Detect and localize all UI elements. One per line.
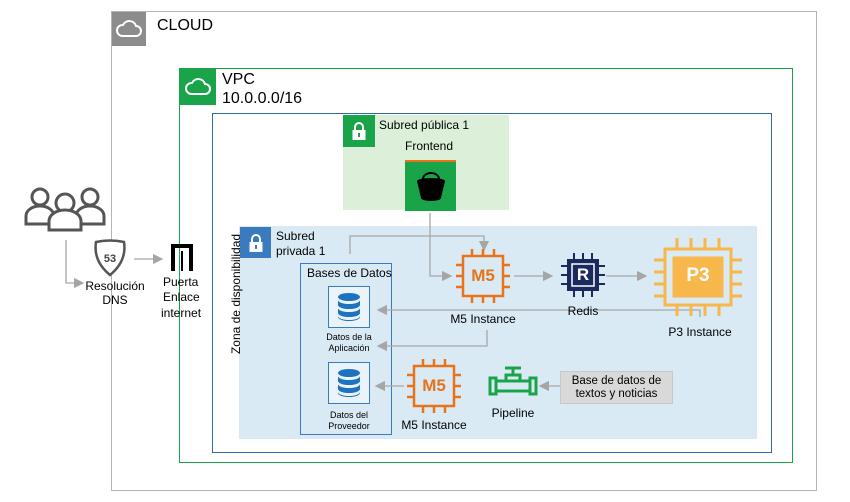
gateway-label-1: Puerta — [163, 275, 199, 289]
private-subnet-label-2: privada 1 — [276, 244, 326, 258]
cloud-icon — [112, 12, 146, 46]
vpc-label: VPC — [222, 71, 255, 88]
private-lock-icon — [240, 227, 271, 258]
gateway-icon — [170, 243, 194, 271]
private-subnet-label-1: Subred — [276, 229, 315, 243]
public-subnet-label: Subred pública 1 — [379, 118, 470, 132]
m5-bottom-chip-text: M5 — [422, 376, 446, 395]
pipeline-label: Pipeline — [491, 406, 535, 420]
app-data-label-1: Datos de la — [326, 332, 372, 342]
text-db-label-2: textos y noticias — [575, 388, 658, 400]
connector-m5-appdata — [376, 330, 488, 352]
m5-bottom-label: M5 Instance — [401, 418, 467, 432]
pipeline-icon — [488, 364, 538, 402]
connector-users-dns — [65, 240, 85, 289]
provider-data-label-2: Proveedor — [328, 421, 370, 431]
dns-label-1: Resolución — [85, 279, 145, 293]
redis-label: Redis — [567, 304, 599, 318]
frontend-label: Frontend — [405, 139, 454, 153]
dns-badge: 53 — [103, 253, 117, 265]
provider-data-label-1: Datos del — [329, 410, 369, 420]
connector-frontend-m5 — [429, 213, 453, 282]
provider-data-database-icon — [328, 362, 370, 404]
vpc-cloud-icon — [180, 69, 216, 105]
app-data-label-2: Aplicación — [328, 343, 370, 353]
gateway-label-3: internet — [161, 306, 202, 320]
p3-label: P3 Instance — [668, 325, 732, 339]
p3-chip-text: P3 — [686, 265, 710, 286]
app-data-database-icon — [328, 286, 370, 328]
databases-title: Bases de Datos — [307, 266, 392, 280]
cloud-label: CLOUD — [157, 17, 214, 34]
text-db-label-1: Base de datos de — [571, 375, 662, 387]
gateway-label-2: Enlace — [163, 290, 200, 304]
m5-top-label: M5 Instance — [450, 312, 516, 326]
lock-icon — [343, 115, 375, 147]
users-icon — [24, 186, 106, 232]
bucket-icon — [405, 160, 456, 211]
m5-top-chip-text: M5 — [471, 266, 495, 285]
dns-label-2: DNS — [102, 293, 128, 307]
redis-chip-text: R — [576, 265, 590, 284]
vpc-cidr: 10.0.0.0/16 — [222, 90, 303, 107]
